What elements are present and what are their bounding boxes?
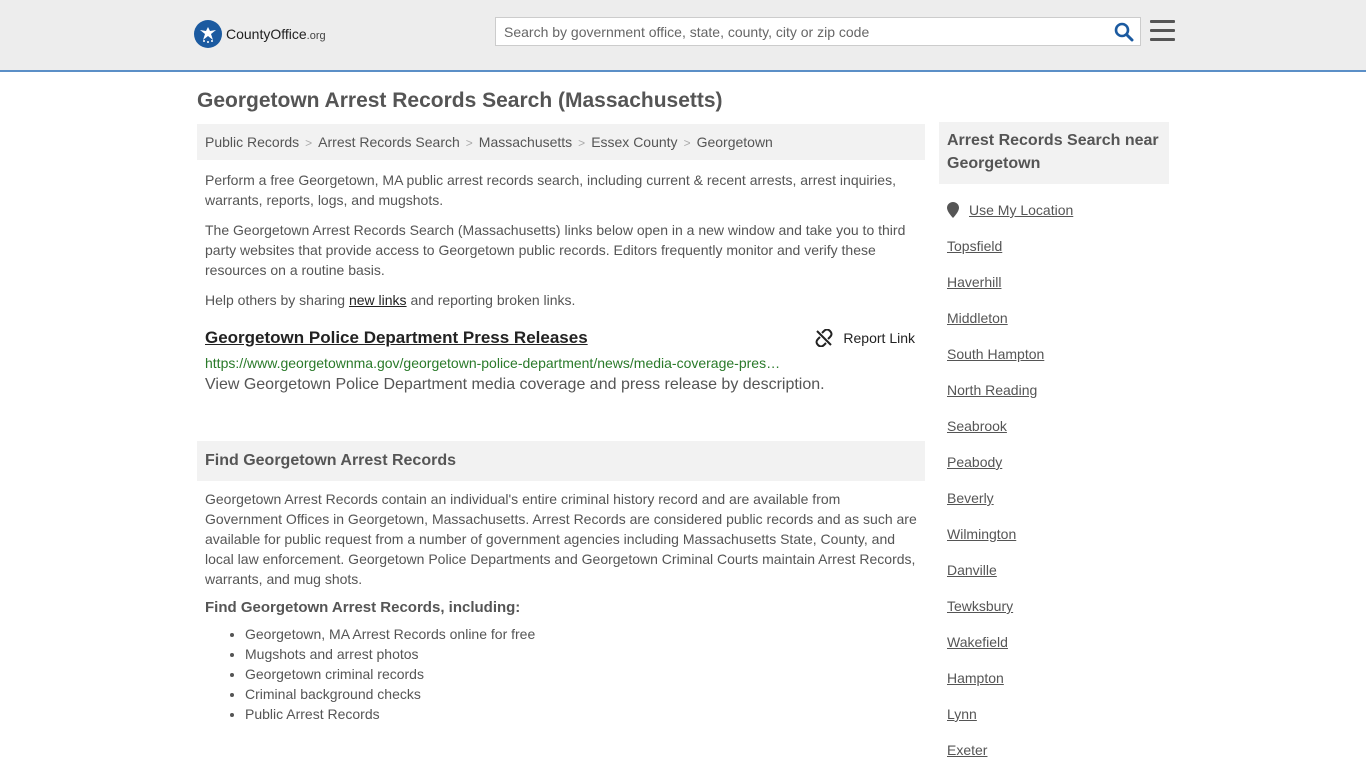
record-entry: Georgetown Police Department Press Relea… [197,328,925,394]
list-item: Criminal background checks [245,684,925,704]
nearby-link-exeter[interactable]: Exeter [947,740,1167,776]
breadcrumb-massachusetts[interactable]: Massachusetts [479,134,572,150]
top-header-bar: CountyOffice.org [0,0,1366,72]
nearby-links: Topsfield Haverhill Middleton South Hamp… [947,236,1167,776]
nearby-link-danville[interactable]: Danville [947,560,1167,596]
disclaimer-paragraph: The Georgetown Arrest Records Search (Ma… [205,222,906,278]
hamburger-menu-icon[interactable] [1150,20,1175,42]
report-link-label: Report Link [843,330,915,346]
sidebar-heading: Arrest Records Search near Georgetown [939,122,1169,184]
breadcrumb-georgetown[interactable]: Georgetown [697,134,773,150]
breadcrumb: Public Records > Arrest Records Search > Mas… [197,124,925,160]
use-my-location-row: Use My Location [947,200,1167,220]
site-logo[interactable]: CountyOffice.org [194,20,326,48]
share-paragraph: Help others by sharing new links and rep… [205,292,576,308]
list-item: Public Arrest Records [245,704,925,724]
map-pin-icon [947,202,959,218]
main-content: Perform a free Georgetown, MA public arr… [197,170,925,394]
section-paragraph: Georgetown Arrest Records contain an ind… [205,491,917,587]
record-title-link[interactable]: Georgetown Police Department Press Relea… [205,328,588,347]
search-icon[interactable] [1114,22,1134,42]
list-item: Georgetown criminal records [245,664,925,684]
eagle-seal-icon [194,20,222,48]
nearby-link-tewksbury[interactable]: Tewksbury [947,596,1167,632]
chevron-right-icon: > [465,136,473,150]
new-links-link[interactable]: new links [349,292,407,308]
section-heading: Find Georgetown Arrest Records [197,441,925,481]
search-input[interactable] [496,18,1096,45]
nearby-link-middleton[interactable]: Middleton [947,308,1167,344]
chevron-right-icon: > [683,136,691,150]
report-link-button[interactable]: Report Link [815,329,915,347]
nearby-link-wilmington[interactable]: Wilmington [947,524,1167,560]
use-my-location-link[interactable]: Use My Location [969,202,1073,218]
chevron-right-icon: > [305,136,313,150]
list-item: Mugshots and arrest photos [245,644,925,664]
nearby-link-wakefield[interactable]: Wakefield [947,632,1167,668]
section-subheading: Find Georgetown Arrest Records, includin… [205,599,521,616]
record-url: https://www.georgetownma.gov/georgetown-… [205,355,781,371]
breadcrumb-essex-county[interactable]: Essex County [591,134,677,150]
page-title: Georgetown Arrest Records Search (Massac… [197,89,723,112]
list-item: Georgetown, MA Arrest Records online for… [245,624,925,644]
nearby-link-lynn[interactable]: Lynn [947,704,1167,740]
nearby-link-haverhill[interactable]: Haverhill [947,272,1167,308]
nearby-link-beverly[interactable]: Beverly [947,488,1167,524]
record-description: View Georgetown Police Department media … [205,376,825,393]
chevron-right-icon: > [578,136,586,150]
nearby-link-south-hampton[interactable]: South Hampton [947,344,1167,380]
nearby-link-north-reading[interactable]: North Reading [947,380,1167,416]
sidebar-nearby-list: Use My Location Topsfield Haverhill Midd… [947,200,1167,776]
breadcrumb-public-records[interactable]: Public Records [205,134,299,150]
nearby-link-hampton[interactable]: Hampton [947,668,1167,704]
nearby-link-peabody[interactable]: Peabody [947,452,1167,488]
broken-link-icon [815,329,833,347]
nearby-link-topsfield[interactable]: Topsfield [947,236,1167,272]
breadcrumb-arrest-records-search[interactable]: Arrest Records Search [318,134,460,150]
nearby-link-seabrook[interactable]: Seabrook [947,416,1167,452]
intro-paragraph: Perform a free Georgetown, MA public arr… [205,172,896,208]
section-body: Georgetown Arrest Records contain an ind… [197,489,925,724]
search-box [495,17,1141,46]
logo-wordmark: CountyOffice.org [226,26,326,42]
records-list: Georgetown, MA Arrest Records online for… [197,624,925,724]
